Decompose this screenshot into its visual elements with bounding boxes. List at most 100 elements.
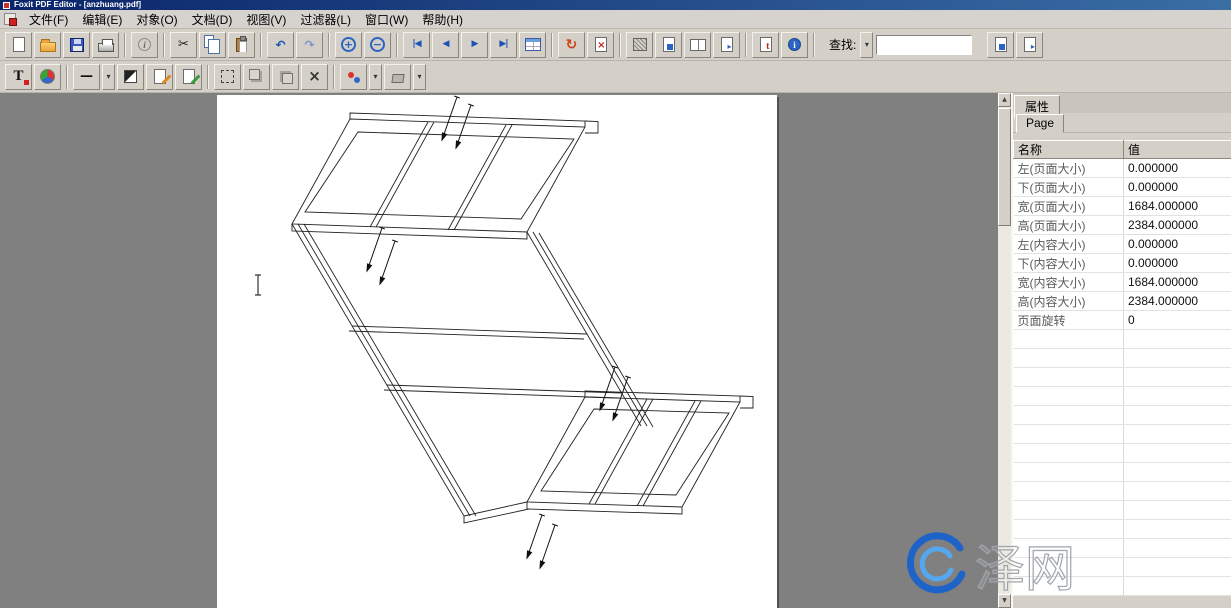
new-document-button[interactable]	[5, 32, 32, 58]
property-value[interactable]: 0	[1124, 311, 1231, 330]
toolbar-separator	[619, 33, 621, 57]
copy-button[interactable]	[199, 32, 226, 58]
zoom-in-button[interactable]: +	[335, 32, 362, 58]
table-row[interactable]: 左(页面大小)0.000000	[1014, 159, 1231, 178]
menu-document[interactable]: 文档(D)	[185, 9, 240, 30]
open-button[interactable]	[34, 32, 61, 58]
edit-content-button[interactable]	[175, 64, 202, 90]
scroll-down-button[interactable]: ▼	[998, 594, 1011, 608]
cut-button[interactable]: ✂	[170, 32, 197, 58]
menu-view[interactable]: 视图(V)	[239, 9, 293, 30]
table-row[interactable]: 下(页面大小)0.000000	[1014, 178, 1231, 197]
print-button[interactable]	[92, 32, 119, 58]
menu-bar: 文件(F) 编辑(E) 对象(O) 文档(D) 视图(V) 过滤器(L) 窗口(…	[0, 10, 1231, 29]
save-button[interactable]	[63, 32, 90, 58]
property-value[interactable]: 1684.000000	[1124, 273, 1231, 292]
color-dots-icon	[347, 71, 361, 83]
zoom-in-icon: +	[341, 37, 356, 52]
document-menu-icon[interactable]	[4, 13, 16, 25]
scroll-up-button[interactable]: ▲	[998, 93, 1011, 107]
property-value[interactable]: 0.000000	[1124, 159, 1231, 178]
table-row[interactable]: 页面旋转0	[1014, 311, 1231, 330]
color-wheel-button[interactable]	[34, 64, 61, 90]
delete-page-button[interactable]: ×	[587, 32, 614, 58]
find-dropdown-button[interactable]: ▾	[860, 32, 873, 58]
extract-text-button[interactable]: t	[752, 32, 779, 58]
last-page-button[interactable]: ▶|	[490, 32, 517, 58]
empty-row	[1014, 539, 1231, 558]
color-picker-dropdown[interactable]: ▾	[369, 64, 382, 90]
hatch-pattern-button[interactable]	[626, 32, 653, 58]
last-page-icon: ▶|	[499, 40, 507, 49]
previous-page-button[interactable]: ◀	[432, 32, 459, 58]
new-document-icon	[13, 37, 25, 52]
toolbar-separator	[396, 33, 398, 57]
application-window: Foxit PDF Editor - [anzhuang.pdf] 文件(F) …	[0, 0, 1231, 608]
empty-row	[1014, 349, 1231, 368]
scrollbar-thumb[interactable]	[998, 108, 1011, 226]
line-tool-button[interactable]: —	[73, 64, 100, 90]
clipboard-icon	[236, 38, 247, 52]
tools-button[interactable]: ×	[301, 64, 328, 90]
redo-button[interactable]: ↷	[296, 32, 323, 58]
undo-button[interactable]: ↶	[267, 32, 294, 58]
fill-style-button[interactable]	[117, 64, 144, 90]
paste-button[interactable]	[228, 32, 255, 58]
bring-to-front-button[interactable]	[243, 64, 270, 90]
property-value[interactable]: 0.000000	[1124, 178, 1231, 197]
menu-file[interactable]: 文件(F)	[22, 9, 75, 30]
save-floppy-icon	[70, 38, 84, 52]
column-header-value[interactable]: 值	[1124, 141, 1231, 159]
fill-color-button[interactable]	[384, 64, 411, 90]
table-row[interactable]: 宽(内容大小)1684.000000	[1014, 273, 1231, 292]
next-page-button[interactable]: ▶	[461, 32, 488, 58]
property-value[interactable]: 1684.000000	[1124, 197, 1231, 216]
fill-color-dropdown[interactable]: ▾	[413, 64, 426, 90]
two-page-view-button[interactable]	[684, 32, 711, 58]
text-tool-button[interactable]: T	[5, 64, 32, 90]
about-button[interactable]: i	[781, 32, 808, 58]
line-style-dropdown[interactable]: ▾	[102, 64, 115, 90]
empty-row	[1014, 482, 1231, 501]
property-name: 宽(内容大小)	[1014, 273, 1124, 292]
color-picker-button[interactable]	[340, 64, 367, 90]
property-value[interactable]: 2384.000000	[1124, 292, 1231, 311]
zoom-out-button[interactable]: −	[364, 32, 391, 58]
property-value[interactable]: 0.000000	[1124, 254, 1231, 273]
menu-object[interactable]: 对象(O)	[129, 9, 184, 30]
fit-page-button[interactable]: ▸	[713, 32, 740, 58]
table-row[interactable]: 下(内容大小)0.000000	[1014, 254, 1231, 273]
rotate-page-button[interactable]: ↻	[558, 32, 585, 58]
undo-arrow-icon: ↶	[275, 39, 285, 51]
find-in-document-button[interactable]	[987, 32, 1014, 58]
property-value[interactable]: 2384.000000	[1124, 216, 1231, 235]
first-page-button[interactable]: |◀	[403, 32, 430, 58]
property-name: 左(内容大小)	[1014, 235, 1124, 254]
find-input[interactable]	[876, 35, 972, 55]
menu-help[interactable]: 帮助(H)	[415, 9, 470, 30]
pdf-page[interactable]	[217, 95, 777, 608]
menu-edit[interactable]: 编辑(E)	[75, 9, 129, 30]
document-info-button[interactable]: i	[131, 32, 158, 58]
canvas-area[interactable]	[0, 93, 998, 608]
table-row[interactable]: 高(内容大小)2384.000000	[1014, 292, 1231, 311]
column-header-name[interactable]: 名称	[1014, 141, 1124, 159]
menu-filter[interactable]: 过滤器(L)	[293, 9, 358, 30]
menu-window[interactable]: 窗口(W)	[358, 9, 415, 30]
property-value[interactable]: 0.000000	[1124, 235, 1231, 254]
find-next-button[interactable]: ▸	[1016, 32, 1043, 58]
vertical-scrollbar[interactable]: ▲ ▼	[998, 93, 1011, 608]
select-object-button[interactable]	[214, 64, 241, 90]
table-row[interactable]: 左(内容大小)0.000000	[1014, 235, 1231, 254]
send-back-icon	[282, 73, 293, 84]
tab-page[interactable]: Page	[1016, 114, 1064, 133]
edit-object-button[interactable]	[146, 64, 173, 90]
table-row[interactable]: 宽(页面大小)1684.000000	[1014, 197, 1231, 216]
send-to-back-button[interactable]	[272, 64, 299, 90]
toolbar-separator	[333, 65, 335, 89]
fit-width-button[interactable]	[655, 32, 682, 58]
table-row[interactable]: 高(页面大小)2384.000000	[1014, 216, 1231, 235]
toolbar-separator	[163, 33, 165, 57]
empty-row	[1014, 330, 1231, 349]
goto-page-button[interactable]	[519, 32, 546, 58]
